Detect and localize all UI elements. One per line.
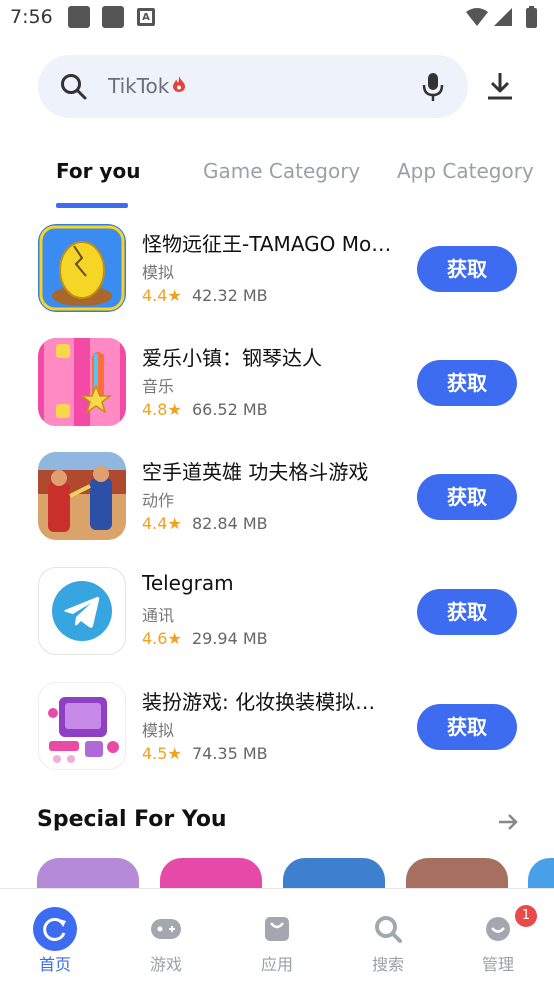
search-icon [375,916,402,943]
tab-app-category[interactable]: App Category [397,159,534,183]
app-name: 空手道英雄 功夫格斗游戏 [142,460,369,484]
signal-icon [494,8,512,26]
special-tile[interactable] [283,858,385,890]
app-size: 74.35 MB [191,744,268,763]
app-name: 怪物远征王-TAMAGO Mo… [142,232,392,256]
search-icon [61,74,87,100]
app-name: Telegram [142,571,234,595]
app-name: 装扮游戏: 化妆换装模拟… [142,690,376,714]
app-category: 动作 [142,491,175,510]
special-tile[interactable] [37,858,139,890]
get-button[interactable]: 获取 [417,589,517,635]
app-meta: 4.6★ 29.94 MB [142,629,268,648]
app-size: 29.94 MB [191,629,268,648]
app-rating: 4.6★ [142,629,182,648]
search-bar[interactable]: TikTok [38,55,468,118]
refresh-icon [33,907,77,951]
nav-search[interactable]: 搜索 [333,889,443,985]
nav-label: 管理 [481,955,514,974]
app-rating: 4.4★ [142,514,182,533]
special-tile[interactable] [406,858,508,890]
section-title: Special For You [37,807,227,832]
app-list-item[interactable]: 空手道英雄 功夫格斗游戏 动作 4.4★ 82.84 MB 获取 [0,452,554,552]
nav-home[interactable]: 首页 [0,889,110,985]
fire-icon [173,76,186,92]
status-icons [466,6,537,28]
battery-icon [526,8,537,28]
manage-badge: 1 [515,905,537,927]
app-icon-tamago [38,224,126,312]
bottom-nav: 首页 游戏 应用 搜索 管理 [0,888,554,985]
get-button[interactable]: 获取 [417,474,517,520]
app-icon-karate [38,452,126,540]
tab-for-you[interactable]: For you [56,159,140,183]
app-size: 82.84 MB [191,514,268,533]
notification-square-icon [68,6,90,28]
app-rating: 4.5★ [142,744,182,763]
tab-active-indicator [56,203,128,208]
app-list-item[interactable]: 爱乐小镇：钢琴达人 音乐 4.8★ 66.52 MB 获取 [0,338,554,438]
nav-label: 应用 [260,955,293,974]
special-tile[interactable] [528,858,554,890]
app-list-item[interactable]: 怪物远征王-TAMAGO Mo… 模拟 4.4★ 42.32 MB 获取 [0,224,554,324]
nav-label: 搜索 [371,955,404,974]
arrow-right-icon[interactable] [497,812,519,832]
app-rating: 4.4★ [142,286,182,305]
app-size: 66.52 MB [191,400,268,419]
status-bar: 7:56 A [0,0,554,36]
app-rating: 4.8★ [142,400,182,419]
special-carousel [0,858,554,890]
bag-icon [265,917,289,941]
app-category: 模拟 [142,721,175,740]
nav-manage[interactable]: 管理 [443,889,553,985]
app-size: 42.32 MB [191,286,268,305]
gamepad-icon [151,919,181,939]
nav-label: 首页 [38,955,71,974]
app-icon-piano [38,338,126,426]
app-list-item[interactable]: Telegram 通讯 4.6★ 29.94 MB 获取 [0,567,554,667]
app-list-item[interactable]: 装扮游戏: 化妆换装模拟… 模拟 4.5★ 74.35 MB 获取 [0,682,554,782]
smile-icon [486,917,510,941]
mic-icon[interactable] [422,72,444,102]
app-meta: 4.8★ 66.52 MB [142,400,268,419]
app-name: 爱乐小镇：钢琴达人 [142,346,322,370]
app-category: 通讯 [142,606,175,625]
wifi-icon [466,8,488,26]
notification-a-icon: A [137,8,155,26]
search-placeholder: TikTok [108,74,170,98]
nav-apps[interactable]: 应用 [222,889,332,985]
app-category: 音乐 [142,377,175,396]
download-icon[interactable] [485,71,515,101]
get-button[interactable]: 获取 [417,360,517,406]
status-time: 7:56 [10,6,53,28]
special-tile[interactable] [160,858,262,890]
nav-games[interactable]: 游戏 [111,889,221,985]
get-button[interactable]: 获取 [417,704,517,750]
app-icon-telegram [38,567,126,655]
app-meta: 4.4★ 82.84 MB [142,514,268,533]
app-icon-dressup [38,682,126,770]
app-meta: 4.5★ 74.35 MB [142,744,268,763]
search-input[interactable]: TikTok [108,74,186,98]
nav-label: 游戏 [149,955,182,974]
category-tabs: For you Game Category App Category [0,155,554,211]
tab-game-category[interactable]: Game Category [203,159,360,183]
notification-square-icon [102,6,124,28]
app-meta: 4.4★ 42.32 MB [142,286,268,305]
get-button[interactable]: 获取 [417,246,517,292]
app-category: 模拟 [142,263,175,282]
